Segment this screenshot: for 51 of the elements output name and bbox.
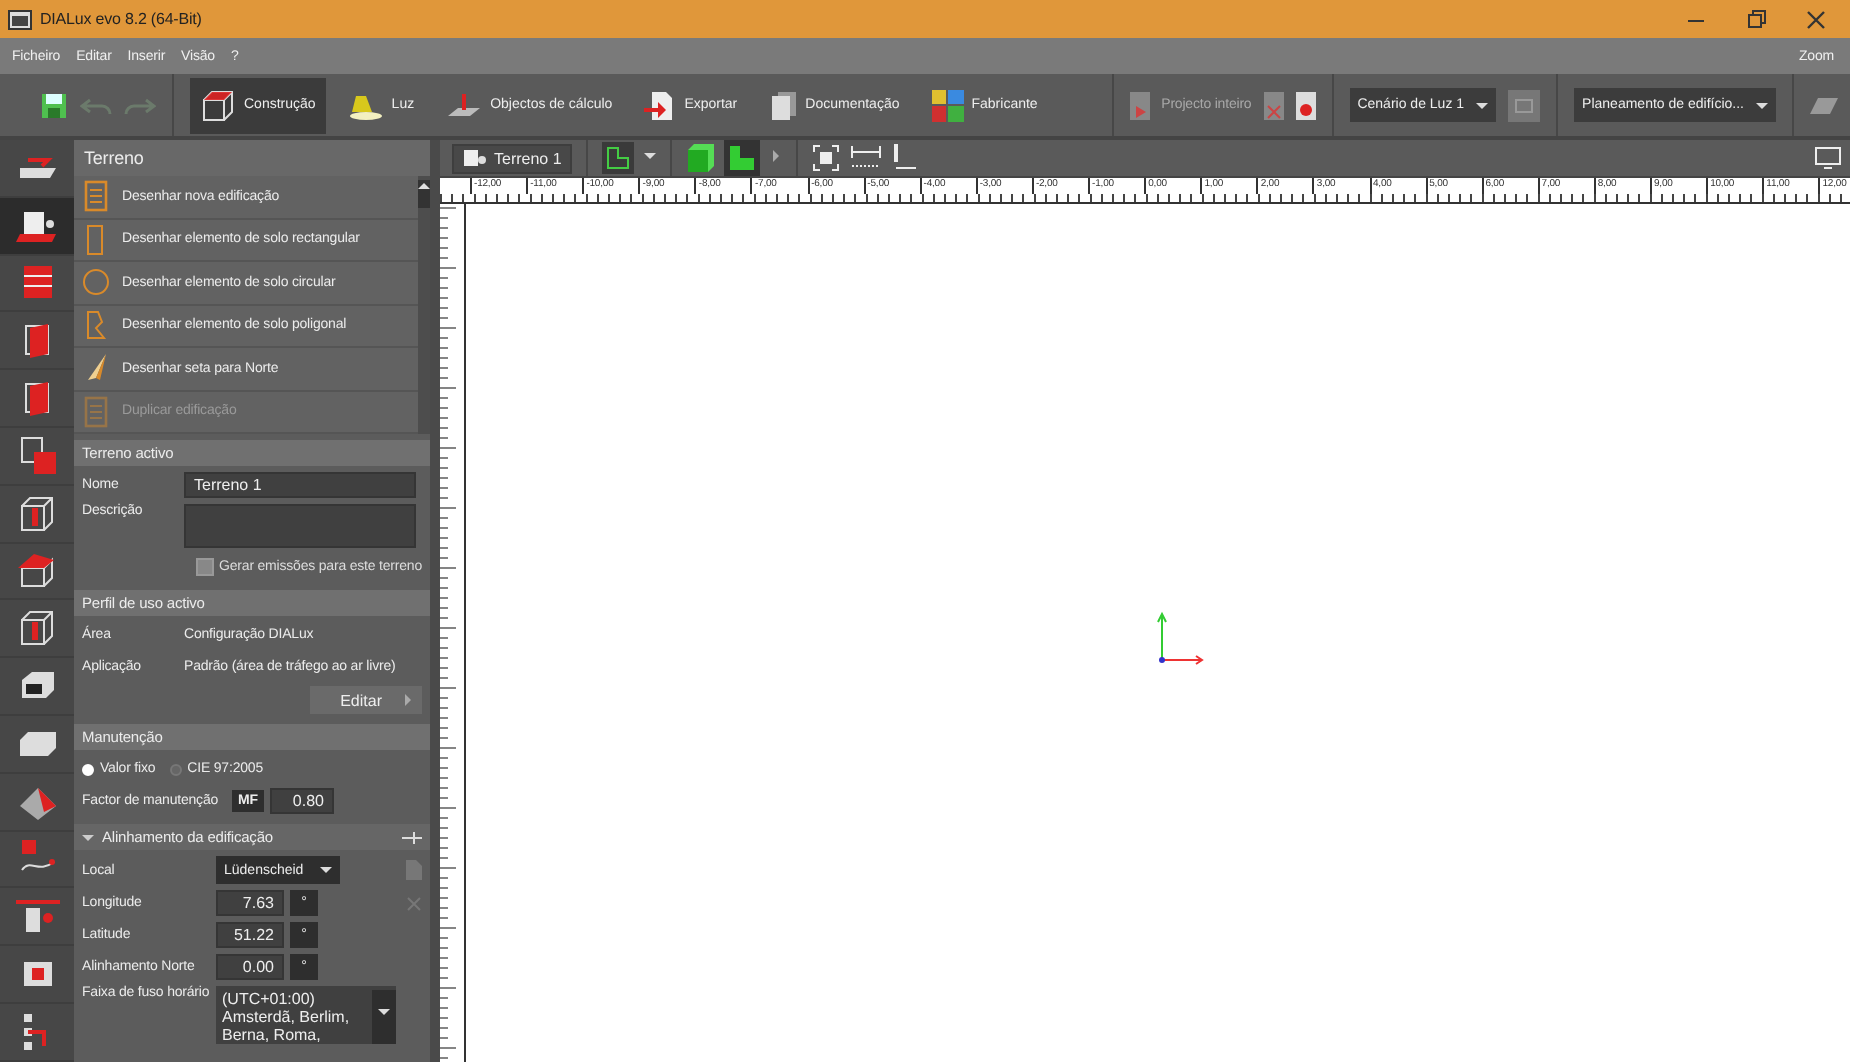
save-icon[interactable] [40,91,68,119]
cut-tool-icon [15,896,59,937]
window-title: DIALux evo 8.2 (64-Bit) [40,10,202,28]
description-field[interactable] [184,504,416,548]
caret-icon [320,864,332,876]
expand-arrow-icon[interactable] [82,831,94,843]
edit-button[interactable]: Editar [310,686,422,714]
caret-icon [402,694,414,706]
color-grid-icon [931,89,964,121]
measure-icon[interactable] [849,144,882,172]
coordinate-field[interactable]: 7.63 [216,890,284,916]
timezone-dropdown[interactable]: (UTC+01:00) Amsterdã, Berlim, Berna, Roma, [216,986,396,1044]
polygon-icon [82,309,110,342]
view-tab[interactable]: Terreno 1 [452,143,572,173]
caret-icon [1756,99,1768,111]
coordinate-field[interactable]: 51.22 [216,922,284,948]
scrollbar[interactable] [418,176,430,434]
name-field[interactable]: Terreno 1 [184,472,416,498]
checkbox[interactable] [195,558,214,576]
monitor-icon[interactable] [1814,146,1842,170]
device-icon[interactable] [1295,91,1316,119]
floor-plan-icon[interactable] [601,142,634,174]
radio-button[interactable] [169,763,182,775]
cube-icon[interactable] [685,144,714,172]
documents-icon [769,89,798,121]
caret-icon [378,1006,390,1018]
close-icon[interactable] [1806,9,1826,29]
tool-button[interactable] [0,197,74,256]
coordinate-field[interactable]: 0.00 [216,954,284,980]
fit-view-icon[interactable] [811,144,840,172]
caret-icon [418,180,430,192]
caret-icon [643,150,656,162]
roof-tool-icon [15,550,59,591]
panel-header: Terreno [74,140,430,176]
app-icon [8,9,32,29]
cube-icon [200,89,236,121]
plan-view-icon[interactable] [723,140,760,176]
lamp-icon [347,91,384,119]
cube-tool-icon [15,608,59,649]
overlap-tool-icon [15,435,59,476]
factor-field[interactable]: 0.80 [269,788,334,814]
caret-icon [769,150,782,162]
north-icon [82,352,110,385]
restore-icon[interactable] [1746,9,1766,29]
caret-icon [1476,99,1489,111]
cube-tool-icon [15,493,59,534]
axis-icon[interactable] [891,144,920,172]
circle-icon [82,266,110,299]
axis-gizmo [1154,608,1206,668]
export-icon [644,89,677,121]
plane-icon [446,91,483,119]
